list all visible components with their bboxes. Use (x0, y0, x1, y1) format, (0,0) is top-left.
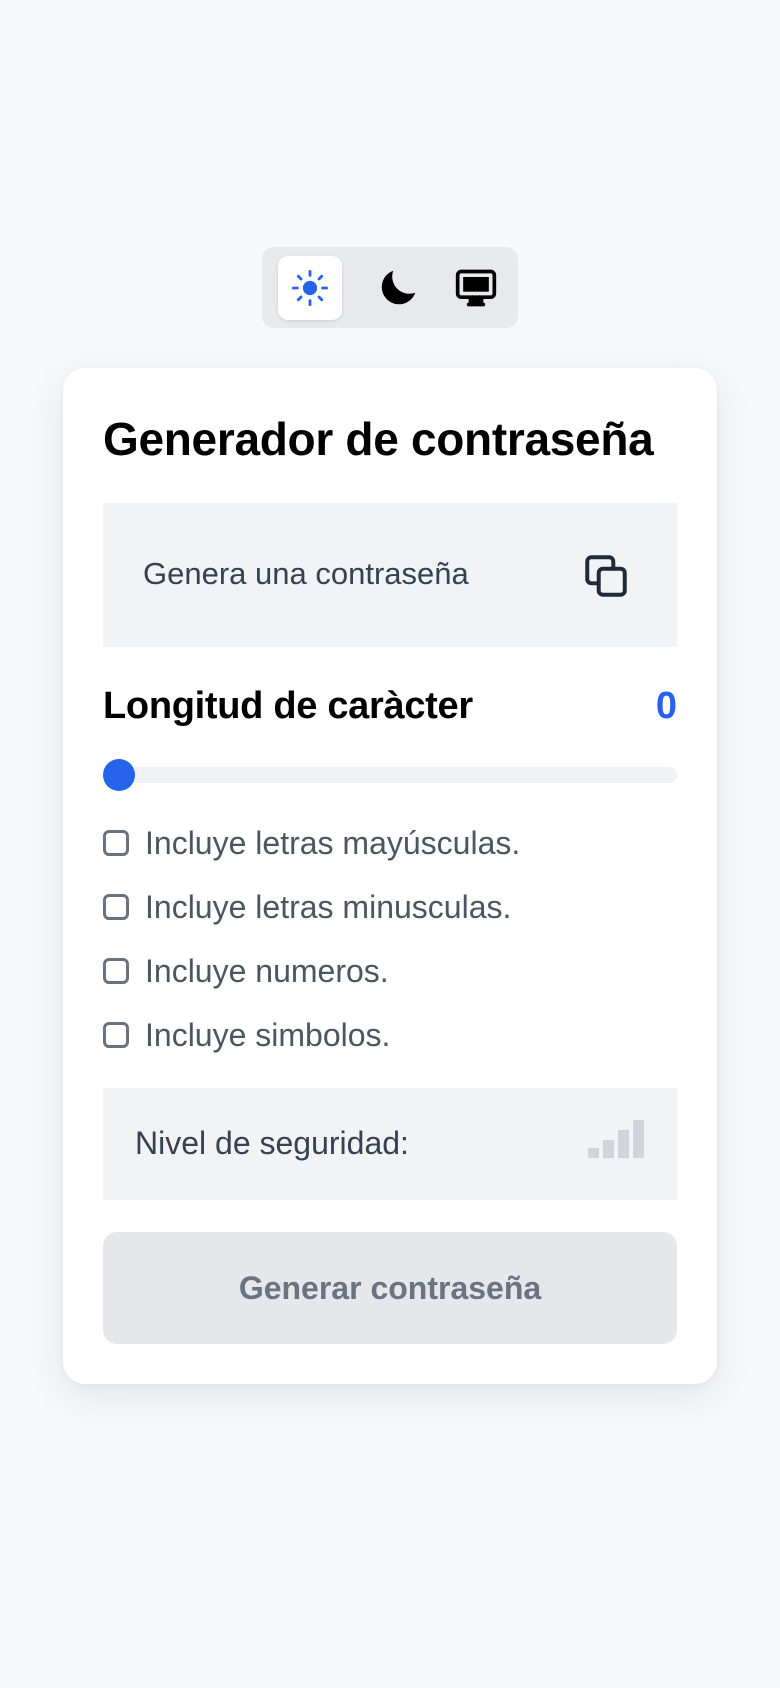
generate-password-button[interactable]: Generar contraseña (103, 1232, 677, 1344)
strength-bar (588, 1148, 599, 1158)
theme-light-button[interactable] (278, 256, 342, 320)
moon-icon (381, 270, 416, 305)
theme-switcher (262, 247, 518, 328)
length-slider[interactable] (103, 759, 677, 791)
option-numbers[interactable]: Incluye numeros. (103, 951, 389, 991)
uppercase-label[interactable]: Incluye letras mayúsculas. (145, 825, 520, 862)
lowercase-label[interactable]: Incluye letras minusculas. (145, 889, 511, 926)
security-level-label: Nivel de seguridad: (135, 1125, 409, 1161)
strength-bar (618, 1130, 629, 1158)
signal-bars-icon (588, 1120, 644, 1158)
uppercase-checkbox[interactable] (103, 830, 129, 856)
page-title: Generador de contraseña (103, 413, 654, 465)
option-lowercase[interactable]: Incluye letras minusculas. (103, 887, 511, 927)
option-uppercase[interactable]: Incluye letras mayúsculas. (103, 823, 520, 863)
length-value: 0 (655, 685, 677, 727)
theme-dark-button[interactable] (366, 256, 430, 320)
copy-icon (585, 555, 627, 597)
monitor-icon (455, 269, 497, 307)
password-output: Genera una contraseña (103, 503, 677, 647)
length-label: Longitud de caràcter (103, 685, 473, 727)
password-output-text: Genera una contraseña (143, 556, 469, 591)
symbols-checkbox[interactable] (103, 1022, 129, 1048)
security-level: Nivel de seguridad: (103, 1088, 677, 1200)
strength-bar (633, 1120, 644, 1158)
numbers-label[interactable]: Incluye numeros. (145, 953, 389, 990)
strength-bar (603, 1140, 614, 1158)
option-symbols[interactable]: Incluye simbolos. (103, 1015, 390, 1055)
sun-icon (291, 269, 329, 307)
symbols-label[interactable]: Incluye simbolos. (145, 1017, 390, 1054)
password-generator-card: Generador de contraseña Genera una contr… (63, 368, 717, 1384)
copy-button[interactable] (581, 551, 631, 601)
lowercase-checkbox[interactable] (103, 894, 129, 920)
theme-system-button[interactable] (444, 256, 508, 320)
numbers-checkbox[interactable] (103, 958, 129, 984)
length-slider-thumb[interactable] (103, 759, 135, 791)
